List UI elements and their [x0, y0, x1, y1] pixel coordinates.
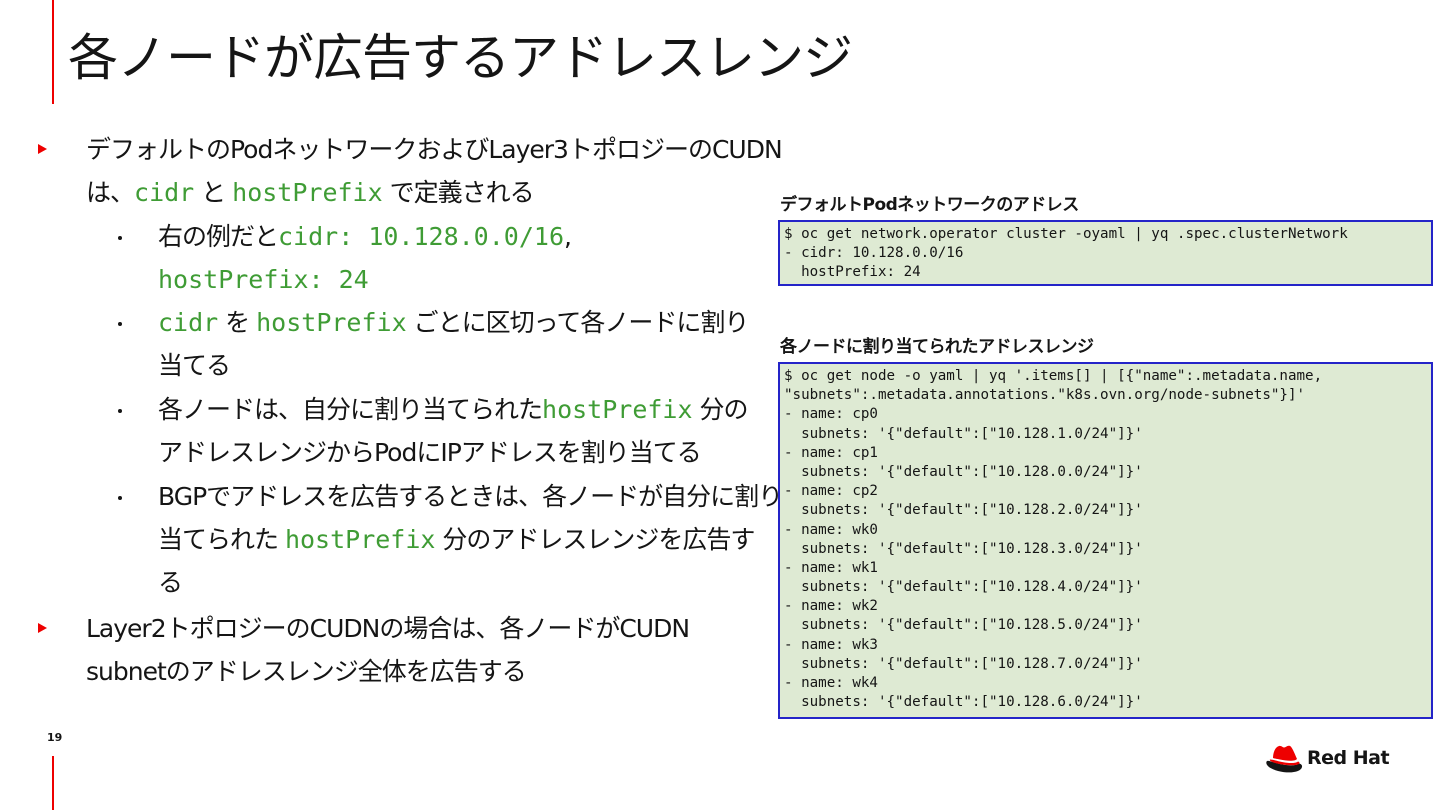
title-accent-rule [52, 0, 54, 104]
code-line: subnets: '{"default":["10.128.3.0/24"]}' [784, 540, 1143, 557]
sub-bullet-marker-icon [118, 496, 122, 500]
code-line: - name: wk4 [784, 675, 878, 691]
code-line: subnets: '{"default":["10.128.4.0/24"]}' [784, 579, 1143, 596]
slide-title: 各ノードが広告するアドレスレンジ [68, 29, 853, 87]
bullet-marker-icon [38, 623, 47, 633]
bullet-5-prefix: 当てられた [158, 525, 285, 554]
code-hostprefix: hostPrefix [284, 525, 436, 554]
sub-bullet-marker-icon [118, 236, 122, 240]
code-line: - name: cp1 [784, 444, 878, 461]
code-block-2-heading: 各ノードに割り当てられたアドレスレンジ [780, 337, 1094, 357]
bullet-5-line-2: 当てられた hostPrefix 分のアドレスレンジを広告す [158, 518, 755, 561]
bullet-2-line-1: 右の例だとcidr: 10.128.0.0/16, [158, 215, 572, 258]
code-line: $ oc get network.operator cluster -oyaml… [784, 226, 1348, 242]
bullet-2-prefix: 右の例だと [158, 222, 279, 251]
code-line: subnets: '{"default":["10.128.1.0/24"]}' [784, 425, 1143, 442]
code-line: subnets: '{"default":["10.128.7.0/24"]}' [784, 655, 1143, 672]
code-line: - name: wk3 [784, 636, 878, 653]
bullet-5-line-1: BGPでアドレスを広告するときは、各ノードが自分に割り [158, 482, 783, 511]
bullet-6-line-2: subnetのアドレスレンジ全体を広告する [86, 657, 527, 686]
bullet-4-line-1: 各ノードは、自分に割り当てられたhostPrefix 分の [158, 388, 748, 431]
code-block-2: $ oc get node -o yaml | yq '.items[] | [… [778, 362, 1433, 719]
code-line: - cidr: 10.128.0.0/16 [784, 245, 964, 262]
code-cidr: cidr [158, 308, 219, 337]
bullet-1-suffix: で定義される [382, 178, 535, 207]
code-line: hostPrefix: 24 [784, 264, 921, 281]
code-line: "subnets":.metadata.annotations."k8s.ovn… [784, 387, 1306, 404]
code-block-1: $ oc get network.operator cluster -oyaml… [778, 220, 1433, 286]
bullet-1-text: は、 [86, 178, 135, 207]
bullet-1-line-1: デフォルトのPodネットワークおよびLayer3トポロジーのCUDN [86, 135, 783, 164]
code-line: - name: wk1 [784, 559, 878, 576]
red-hat-wordmark: Red Hat [1307, 747, 1390, 769]
code-hostprefix: hostPrefix [232, 178, 383, 207]
bullet-3-suffix: ごとに区切って各ノードに割り [406, 308, 750, 337]
bullet-3-mid: を [218, 308, 257, 337]
bullet-4-prefix: 各ノードは、自分に割り当てられた [158, 395, 543, 424]
bullet-3-line-1: cidr を hostPrefix ごとに区切って各ノードに割り [158, 301, 750, 344]
red-hat-fedora-icon [1266, 745, 1303, 773]
bullet-4-line-2: アドレスレンジからPodにIPアドレスを割り当てる [158, 438, 702, 467]
code-hostprefix-example: hostPrefix: 24 [158, 265, 369, 294]
code-line: $ oc get node -o yaml | yq '.items[] | [… [784, 368, 1323, 384]
page-number: 19 [47, 731, 63, 744]
sub-bullet-marker-icon [118, 322, 122, 326]
footer-accent-rule [52, 756, 54, 810]
code-line: - name: wk2 [784, 598, 878, 615]
bullet-1-mid: と [194, 178, 233, 207]
code-line: subnets: '{"default":["10.128.0.0/24"]}' [784, 463, 1143, 480]
bullet-5-line-3: る [158, 568, 183, 597]
code-line: subnets: '{"default":["10.128.6.0/24"]}' [784, 694, 1143, 711]
code-cidr-example: cidr: 10.128.0.0/16 [278, 222, 564, 251]
code-line: - name: cp2 [784, 483, 878, 500]
code-hostprefix: hostPrefix [542, 395, 693, 424]
code-line: - name: cp0 [784, 406, 878, 423]
bullet-6-line-1: Layer2トポロジーのCUDNの場合は、各ノードがCUDN [86, 614, 690, 643]
bullet-marker-icon [38, 144, 47, 154]
code-line: - name: wk0 [784, 521, 878, 538]
bullet-5-suffix: 分のアドレスレンジを広告す [435, 525, 755, 554]
code-line: subnets: '{"default":["10.128.2.0/24"]}' [784, 502, 1143, 519]
code-hostprefix: hostPrefix [256, 308, 407, 337]
code-cidr: cidr [134, 178, 195, 207]
sub-bullet-marker-icon [118, 409, 122, 413]
bullet-3-line-2: 当てる [158, 351, 231, 380]
code-line: subnets: '{"default":["10.128.5.0/24"]}' [784, 617, 1143, 634]
bullet-1-line-2: は、cidr と hostPrefix で定義される [86, 171, 535, 214]
red-hat-logo: Red Hat [1264, 742, 1390, 776]
bullet-2-mid: , [564, 222, 572, 251]
bullet-4-suffix: 分の [692, 395, 748, 424]
code-block-1-heading: デフォルトPodネットワークのアドレス [780, 195, 1079, 215]
bullet-2-line-2: hostPrefix: 24 [158, 258, 369, 301]
